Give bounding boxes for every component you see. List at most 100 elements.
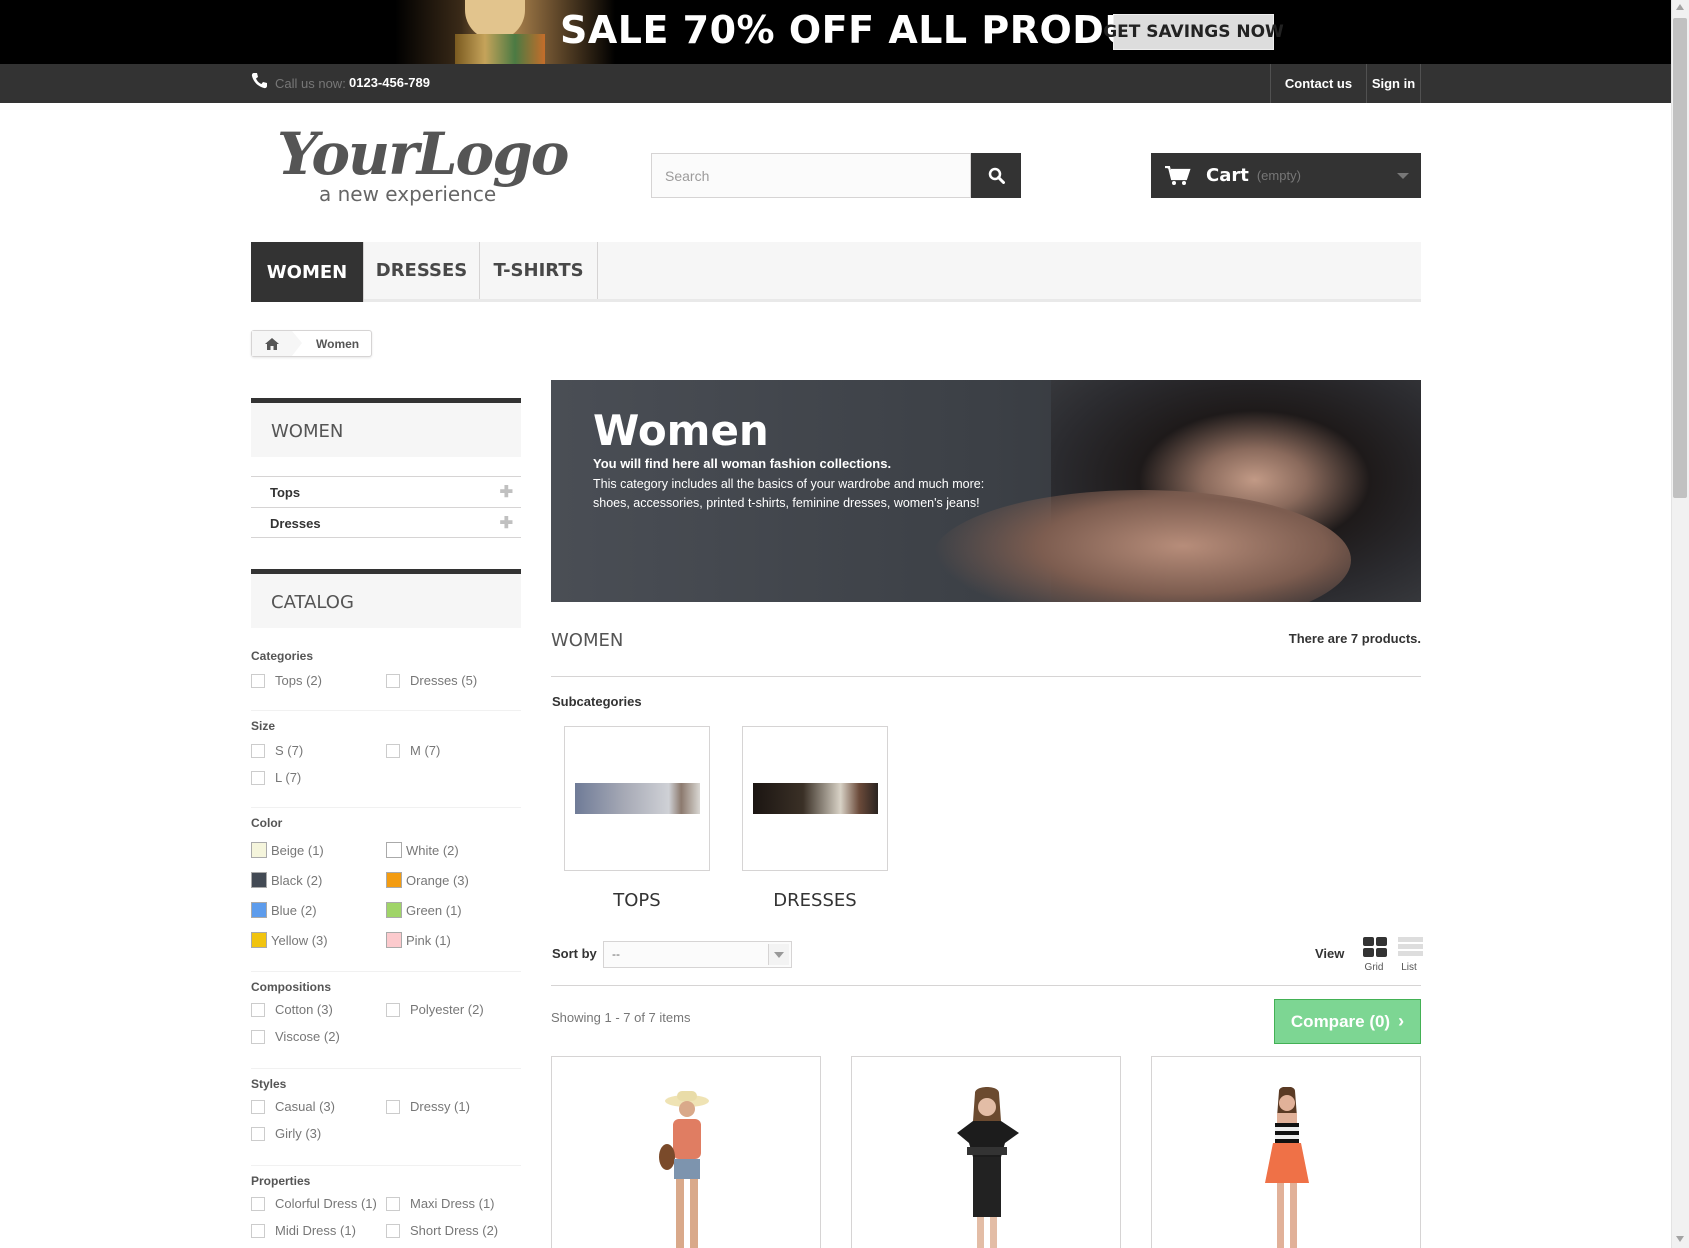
call-us-label: Call us now:	[275, 76, 346, 91]
checkbox[interactable]	[251, 770, 265, 785]
filter-option[interactable]: Midi Dress (1)	[251, 1223, 356, 1238]
filter-option[interactable]: Dressy (1)	[386, 1099, 470, 1114]
list-view-toggle[interactable]: List	[1395, 936, 1423, 974]
filter-option[interactable]: Dresses (5)	[386, 673, 477, 688]
checkbox[interactable]	[386, 1223, 400, 1238]
filter-option[interactable]: Girly (3)	[251, 1126, 321, 1141]
product-card[interactable]	[851, 1056, 1121, 1248]
promo-banner[interactable]: SALE 70% OFF ALL PRODUCTS GET SAVINGS NO…	[0, 0, 1671, 64]
scrollbar-thumb[interactable]	[1673, 18, 1687, 498]
view-label: View	[1315, 946, 1345, 961]
color-filter-option[interactable]: Blue (2)	[251, 902, 317, 918]
checkbox[interactable]	[386, 673, 400, 688]
checkbox[interactable]	[251, 1223, 265, 1238]
grid-view-toggle[interactable]: Grid	[1360, 936, 1388, 974]
filter-option-label: Polyester (2)	[410, 1002, 484, 1017]
logo-tagline: a new experience	[319, 182, 497, 206]
checkbox[interactable]	[251, 1126, 265, 1141]
search-input[interactable]	[651, 153, 971, 198]
search-button[interactable]	[971, 153, 1021, 198]
cart-button[interactable]: Cart (empty)	[1151, 153, 1421, 198]
color-swatch[interactable]	[386, 872, 402, 888]
subcategory-name-tops[interactable]: TOPS	[564, 890, 710, 911]
color-swatch[interactable]	[251, 902, 267, 918]
breadcrumb-current: Women	[316, 337, 360, 351]
cart-label: Cart	[1206, 165, 1249, 186]
sidebar-category-label: Tops	[270, 485, 301, 500]
filter-option[interactable]: Casual (3)	[251, 1099, 335, 1114]
checkbox[interactable]	[251, 1099, 265, 1114]
checkbox[interactable]	[251, 1029, 265, 1044]
select-arrow-icon[interactable]	[768, 944, 789, 965]
scroll-down-icon[interactable]	[1676, 1236, 1684, 1242]
home-icon[interactable]	[252, 331, 292, 356]
product-card[interactable]	[551, 1056, 821, 1248]
filter-option-label: Dressy (1)	[410, 1099, 470, 1114]
list-label: List	[1401, 962, 1417, 973]
category-block-title: WOMEN	[251, 398, 521, 457]
product-card[interactable]	[1151, 1056, 1421, 1248]
checkbox[interactable]	[386, 1002, 400, 1017]
filter-option[interactable]: Cotton (3)	[251, 1002, 333, 1017]
sort-select[interactable]: --	[603, 941, 792, 968]
filter-option[interactable]: Polyester (2)	[386, 1002, 484, 1017]
color-swatch[interactable]	[251, 872, 267, 888]
subcategory-name-dresses[interactable]: DRESSES	[742, 890, 888, 911]
filter-option[interactable]: Maxi Dress (1)	[386, 1196, 495, 1211]
color-filter-option[interactable]: White (2)	[386, 842, 459, 858]
checkbox[interactable]	[386, 1196, 400, 1211]
chevron-right-icon: ›	[1398, 1011, 1405, 1031]
filter-option[interactable]: Colorful Dress (1)	[251, 1196, 377, 1211]
sign-in-link[interactable]: Sign in	[1366, 64, 1421, 103]
checkbox[interactable]	[251, 1196, 265, 1211]
sort-selected-value: --	[612, 947, 620, 961]
color-swatch[interactable]	[386, 932, 402, 948]
contact-us-link[interactable]: Contact us	[1270, 64, 1366, 103]
color-swatch[interactable]	[386, 902, 402, 918]
cart-icon	[1165, 165, 1191, 185]
sidebar-category-dresses[interactable]: Dresses ✚	[251, 507, 521, 538]
filter-option[interactable]: Short Dress (2)	[386, 1223, 498, 1238]
color-filter-option[interactable]: Pink (1)	[386, 932, 451, 948]
color-filter-option[interactable]: Green (1)	[386, 902, 462, 918]
color-swatch[interactable]	[251, 842, 267, 858]
filter-option[interactable]: L (7)	[251, 770, 301, 785]
menu-item-women[interactable]: WOMEN	[251, 242, 364, 302]
color-filter-option[interactable]: Black (2)	[251, 872, 322, 888]
subcategory-image-dresses[interactable]	[742, 726, 888, 871]
filter-option-label: Beige (1)	[271, 842, 324, 858]
color-swatch[interactable]	[251, 932, 267, 948]
menu-item-tshirts[interactable]: T-SHIRTS	[480, 242, 598, 299]
scroll-up-icon[interactable]	[1676, 4, 1684, 10]
checkbox[interactable]	[386, 1099, 400, 1114]
get-savings-button[interactable]: GET SAVINGS NOW	[1103, 14, 1284, 50]
subcategories-heading: Subcategories	[552, 694, 642, 709]
checkbox[interactable]	[386, 743, 400, 758]
color-swatch[interactable]	[386, 842, 402, 858]
subcategory-image-tops[interactable]	[564, 726, 710, 871]
compare-button[interactable]: Compare (0) ›	[1274, 999, 1421, 1044]
color-filter-option[interactable]: Beige (1)	[251, 842, 324, 858]
main-menu: WOMEN DRESSES T-SHIRTS	[251, 242, 1421, 302]
filter-option[interactable]: M (7)	[386, 743, 440, 758]
filter-option[interactable]: Tops (2)	[251, 673, 322, 688]
filter-option-label: M (7)	[410, 743, 441, 758]
grid-label: Grid	[1364, 962, 1384, 973]
color-filter-option[interactable]: Yellow (3)	[251, 932, 328, 948]
color-filter-option[interactable]: Orange (3)	[386, 872, 469, 888]
content-divider	[551, 985, 1421, 986]
checkbox[interactable]	[251, 743, 265, 758]
filter-option[interactable]: S (7)	[251, 743, 303, 758]
store-logo[interactable]: YourLogo a new experience	[277, 120, 569, 210]
expand-icon[interactable]: ✚	[500, 513, 513, 533]
filter-option[interactable]: Viscose (2)	[251, 1029, 340, 1044]
product-image	[1265, 1087, 1309, 1248]
sidebar-category-tops[interactable]: Tops ✚	[251, 476, 521, 507]
showing-items-text: Showing 1 - 7 of 7 items	[551, 1010, 691, 1025]
menu-item-dresses[interactable]: DRESSES	[364, 242, 480, 299]
filter-heading-size: Size	[251, 719, 276, 733]
checkbox[interactable]	[251, 1002, 265, 1017]
expand-icon[interactable]: ✚	[500, 482, 513, 502]
checkbox[interactable]	[251, 673, 265, 688]
phone-number: 0123-456-789	[349, 75, 430, 90]
